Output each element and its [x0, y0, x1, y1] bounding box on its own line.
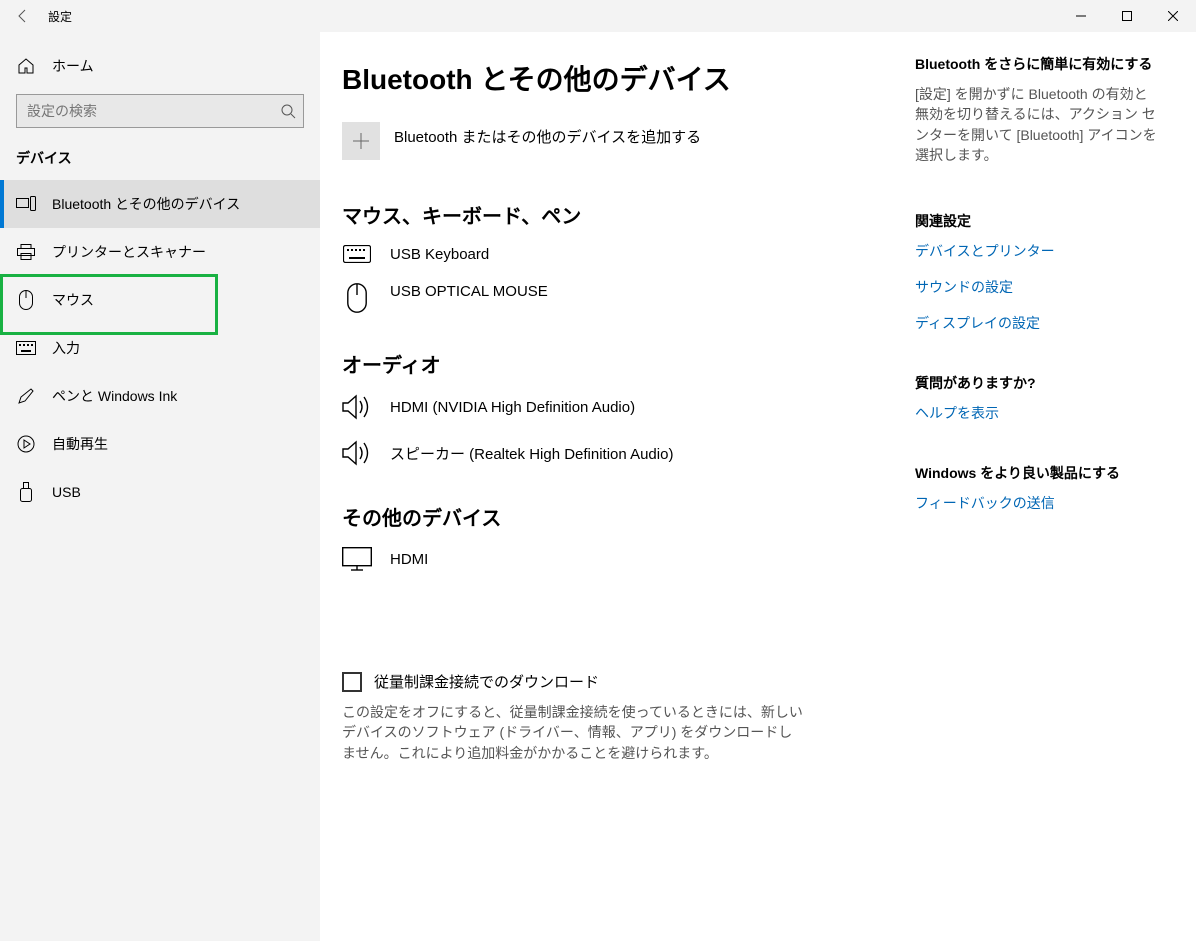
- sidebar-item-label: Bluetooth とその他のデバイス: [52, 194, 240, 214]
- add-device-label: Bluetooth またはその他のデバイスを追加する: [394, 126, 701, 147]
- sidebar-item-usb[interactable]: USB: [0, 468, 320, 516]
- checkbox-box[interactable]: [342, 672, 362, 692]
- speaker-icon: [342, 440, 372, 466]
- autoplay-icon: [16, 435, 36, 453]
- titlebar: 設定: [0, 0, 1196, 32]
- side-bt-tip-heading: Bluetooth をさらに簡単に有効にする: [915, 54, 1157, 74]
- checkbox-label: 従量制課金接続でのダウンロード: [374, 671, 599, 692]
- page-title: Bluetooth とその他のデバイス: [342, 58, 915, 98]
- plus-icon: [352, 132, 370, 150]
- link-help[interactable]: ヘルプを表示: [915, 403, 1157, 423]
- sidebar-item-typing[interactable]: 入力: [0, 324, 320, 372]
- sidebar-item-mouse[interactable]: マウス: [0, 276, 320, 324]
- sidebar-item-label: USB: [52, 484, 81, 500]
- search-box[interactable]: [16, 94, 304, 128]
- maximize-button[interactable]: [1104, 0, 1150, 32]
- related-settings-heading: 関連設定: [915, 211, 1157, 231]
- sidebar-item-pen[interactable]: ペンと Windows Ink: [0, 372, 320, 420]
- minimize-button[interactable]: [1058, 0, 1104, 32]
- add-device-row[interactable]: Bluetooth またはその他のデバイスを追加する: [342, 122, 915, 160]
- app-title: 設定: [46, 0, 72, 32]
- back-button[interactable]: [0, 0, 46, 32]
- minimize-icon: [1076, 11, 1086, 21]
- main-column: Bluetooth とその他のデバイス Bluetooth またはその他のデバイ…: [320, 32, 915, 941]
- arrow-left-icon: [15, 8, 31, 24]
- close-icon: [1168, 11, 1178, 21]
- keyboard-icon: [342, 245, 372, 263]
- home-icon: [16, 57, 36, 75]
- sidebar-item-printers[interactable]: プリンターとスキャナー: [0, 228, 320, 276]
- link-feedback[interactable]: フィードバックの送信: [915, 493, 1157, 513]
- printer-icon: [16, 244, 36, 260]
- link-devices-printers[interactable]: デバイスとプリンター: [915, 241, 1157, 261]
- monitor-icon: [342, 547, 372, 571]
- sidebar-item-bluetooth[interactable]: Bluetooth とその他のデバイス: [0, 180, 320, 228]
- search-icon: [280, 103, 296, 119]
- device-row-hdmi[interactable]: HDMI: [342, 547, 915, 571]
- sidebar-item-label: 入力: [52, 338, 80, 358]
- sidebar-item-label: 自動再生: [52, 434, 108, 454]
- sidebar-item-label: ペンと Windows Ink: [52, 386, 177, 406]
- keyboard-icon: [16, 341, 36, 355]
- sidebar: ホーム デバイス Bluetooth とその他のデバイス: [0, 32, 320, 941]
- section-heading-audio: オーディオ: [342, 349, 915, 378]
- usb-icon: [16, 482, 36, 502]
- sidebar-item-label: プリンターとスキャナー: [52, 242, 206, 262]
- device-label: HDMI: [390, 551, 428, 568]
- devices-icon: [16, 196, 36, 212]
- metered-download-description: この設定をオフにすると、従量制課金接続を使っているときには、新しいデバイスのソフ…: [342, 702, 804, 763]
- sidebar-home[interactable]: ホーム: [0, 50, 320, 94]
- device-row-mouse[interactable]: USB OPTICAL MOUSE: [342, 283, 915, 313]
- link-display-settings[interactable]: ディスプレイの設定: [915, 313, 1157, 333]
- device-label: スピーカー (Realtek High Definition Audio): [390, 443, 673, 464]
- search-input[interactable]: [16, 94, 304, 128]
- maximize-icon: [1122, 11, 1132, 21]
- mouse-icon: [16, 290, 36, 310]
- device-row-keyboard[interactable]: USB Keyboard: [342, 245, 915, 263]
- content-area: Bluetooth とその他のデバイス Bluetooth またはその他のデバイ…: [320, 32, 1196, 941]
- section-heading-input: マウス、キーボード、ペン: [342, 200, 915, 229]
- sidebar-item-label: マウス: [52, 290, 94, 310]
- sidebar-nav-list: Bluetooth とその他のデバイス プリンターとスキャナー マウス 入力: [0, 180, 320, 516]
- pen-icon: [16, 387, 36, 405]
- sidebar-item-autoplay[interactable]: 自動再生: [0, 420, 320, 468]
- device-row-hdmi-audio[interactable]: HDMI (NVIDIA High Definition Audio): [342, 394, 915, 420]
- side-column: Bluetooth をさらに簡単に有効にする [設定] を開かずに Blueto…: [915, 32, 1175, 941]
- help-heading: 質問がありますか?: [915, 373, 1157, 393]
- sidebar-category-heading: デバイス: [0, 148, 320, 180]
- device-label: USB Keyboard: [390, 246, 489, 263]
- add-device-button[interactable]: [342, 122, 380, 160]
- sidebar-home-label: ホーム: [52, 56, 94, 76]
- feedback-heading: Windows をより良い製品にする: [915, 463, 1157, 483]
- side-bt-tip-desc: [設定] を開かずに Bluetooth の有効と無効を切り替えるには、アクショ…: [915, 84, 1157, 165]
- section-heading-other: その他のデバイス: [342, 502, 915, 531]
- mouse-icon: [342, 283, 372, 313]
- device-row-speaker[interactable]: スピーカー (Realtek High Definition Audio): [342, 440, 915, 466]
- close-button[interactable]: [1150, 0, 1196, 32]
- metered-download-checkbox[interactable]: 従量制課金接続でのダウンロード: [342, 671, 915, 692]
- device-label: USB OPTICAL MOUSE: [390, 283, 548, 300]
- link-sound-settings[interactable]: サウンドの設定: [915, 277, 1157, 297]
- speaker-icon: [342, 394, 372, 420]
- device-label: HDMI (NVIDIA High Definition Audio): [390, 399, 635, 416]
